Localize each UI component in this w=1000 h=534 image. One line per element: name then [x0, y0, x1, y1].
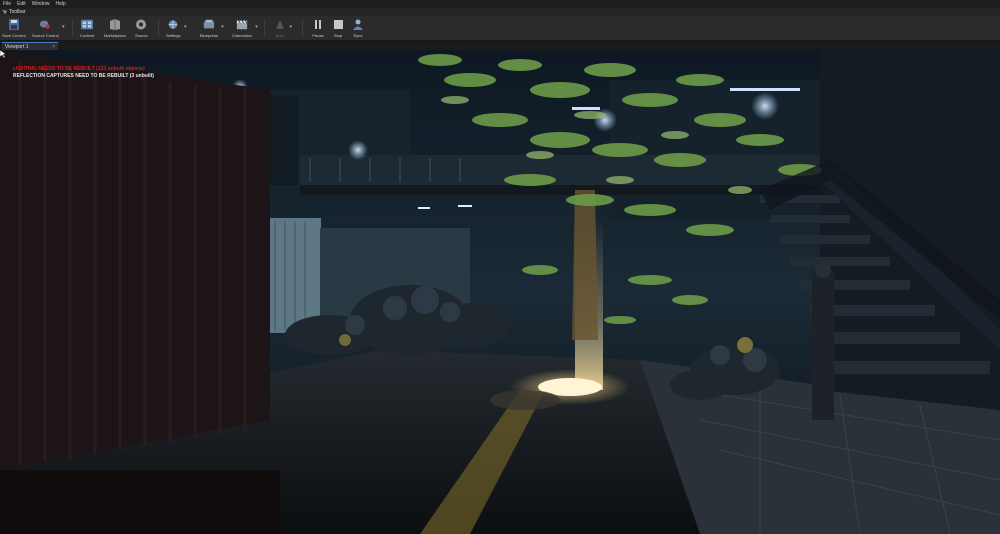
marketplace-icon [109, 19, 120, 30]
scene-render [0, 50, 1000, 534]
menu-window[interactable]: Window [29, 0, 53, 8]
blueprints-icon [203, 19, 215, 29]
world-settings-icon [168, 20, 178, 29]
main-toolbar: Save Current Source Control ▾ Content Ma… [0, 16, 1000, 41]
cinematics-dropdown-icon[interactable]: ▾ [255, 24, 258, 30]
eject-icon [353, 19, 363, 30]
build-dropdown-icon[interactable]: ▾ [289, 24, 292, 30]
settings-gear-icon [136, 19, 147, 30]
mouse-cursor-icon [0, 50, 6, 58]
world-settings-button[interactable]: Settings ▾ [166, 18, 186, 40]
blueprints-button[interactable]: Blueprints ▾ [200, 18, 224, 40]
build-icon [276, 20, 284, 29]
pause-icon [315, 20, 321, 29]
source-button[interactable]: Source [135, 18, 148, 40]
viewport-tab-bar: Viewport 1 × [0, 41, 1000, 50]
build-button[interactable]: Build ▾ [274, 18, 292, 40]
toolbar-panel-title: Toolbar [0, 8, 1000, 16]
menu-file[interactable]: File [0, 0, 14, 8]
content-browser-icon [81, 19, 93, 30]
reflection-rebuild-warning: REFLECTION CAPTURES NEED TO BE REBUILT (… [13, 73, 154, 79]
marketplace-button[interactable]: Marketplace [104, 18, 126, 40]
pause-button[interactable]: Pause [312, 18, 324, 40]
toolbar-title-label: Toolbar [9, 9, 26, 15]
toolbar-tab-icon [2, 9, 7, 15]
content-button[interactable]: Content [80, 18, 94, 40]
source-control-icon [40, 20, 51, 29]
tab-viewport-1[interactable]: Viewport 1 × [2, 42, 58, 50]
menu-edit[interactable]: Edit [14, 0, 29, 8]
cinematics-button[interactable]: Cinematics ▾ [232, 18, 258, 40]
menu-bar: File Edit Window Help [0, 0, 1000, 8]
stop-button[interactable]: Stop [332, 18, 344, 40]
save-current-button[interactable]: Save Current [2, 18, 26, 40]
source-control-dropdown-icon[interactable]: ▾ [62, 24, 65, 30]
blueprints-dropdown-icon[interactable]: ▾ [221, 24, 224, 30]
lighting-rebuild-warning: LIGHTING NEEDS TO BE REBUILT (123 unbuil… [13, 66, 145, 72]
source-control-button[interactable]: Source Control ▾ [32, 18, 65, 40]
save-icon [8, 19, 19, 30]
stop-icon [334, 20, 343, 29]
level-viewport[interactable]: LIGHTING NEEDS TO BE REBUILT (123 unbuil… [0, 50, 1000, 534]
cinematics-clapper-icon [236, 20, 248, 30]
settings-dropdown-icon[interactable]: ▾ [184, 24, 187, 30]
menu-help[interactable]: Help [52, 0, 68, 8]
eject-button[interactable]: Eject [352, 18, 364, 40]
